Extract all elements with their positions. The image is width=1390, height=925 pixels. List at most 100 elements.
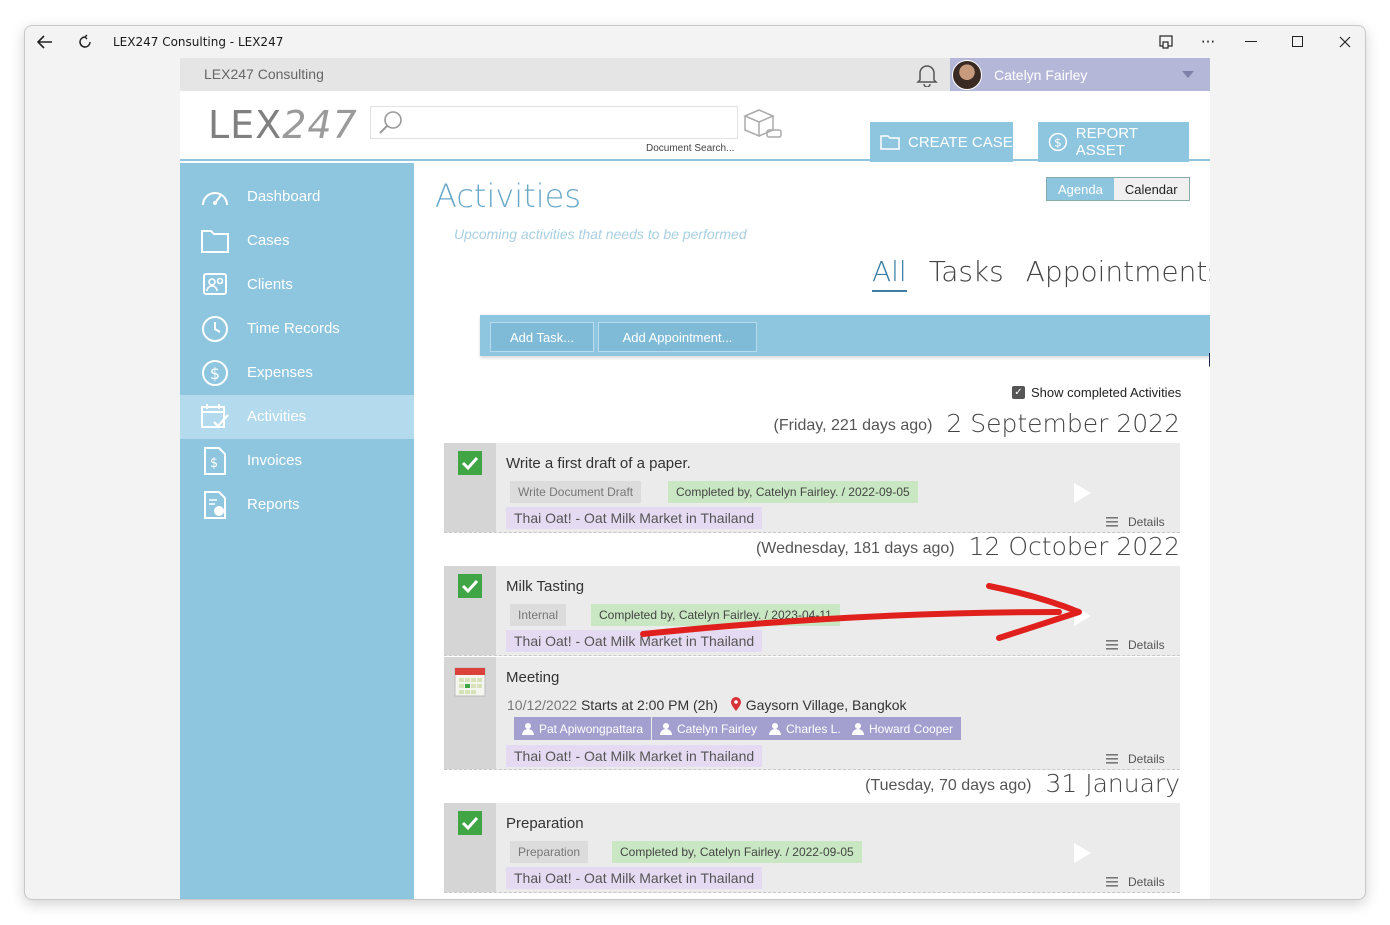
date-relative: (Wednesday, 181 days ago) <box>755 540 955 557</box>
completed-check-icon[interactable] <box>458 451 482 475</box>
sidebar: Dashboard Cases Clients Time Records $ E… <box>180 163 414 899</box>
search-box[interactable] <box>370 106 738 139</box>
calendar-icon[interactable] <box>454 665 486 697</box>
date-header: (Tuesday, 70 days ago) 31 January <box>444 766 1180 798</box>
app-header: LEX247 Document Search... CREATE CASE $ … <box>180 91 1210 162</box>
appointment-card[interactable]: Meeting 10/12/2022 Starts at 2:00 PM (2h… <box>444 657 1180 770</box>
attendee-tag[interactable]: Pat Apiwongpattara <box>514 717 652 740</box>
activity-title[interactable]: Milk Tasting <box>506 578 584 595</box>
agenda-view-button[interactable]: Agenda <box>1047 178 1114 200</box>
bell-icon[interactable] <box>916 63 938 92</box>
document-search-caption: Document Search... <box>646 143 735 154</box>
details-button[interactable]: Details <box>1106 515 1165 529</box>
completed-check-icon[interactable] <box>458 811 482 835</box>
clock-icon <box>202 316 228 342</box>
avatar[interactable] <box>952 60 982 90</box>
attendee-tag[interactable]: Charles L. <box>761 717 849 740</box>
cast-icon[interactable] <box>1146 26 1186 58</box>
date-header: (Friday, 221 days ago) 2 September 2022 <box>444 406 1181 438</box>
menu-lines-icon <box>1106 754 1118 764</box>
completed-tag: Completed by, Catelyn Fairley. / 2022-09… <box>612 841 862 863</box>
checkbox-checked-icon[interactable]: ✓ <box>1012 386 1025 399</box>
activity-filter-tabs: All Tasks Appointments <box>872 255 1210 292</box>
date-label: 31 January <box>1045 769 1180 798</box>
page-subtitle: Upcoming activities that needs to be per… <box>454 226 747 242</box>
attendee-tag[interactable]: Howard Cooper <box>844 717 962 740</box>
folder-icon <box>201 230 229 253</box>
completed-check-icon[interactable] <box>458 574 482 598</box>
tab-tasks[interactable]: Tasks <box>929 255 1004 292</box>
play-icon[interactable] <box>1074 483 1091 503</box>
report-asset-label: REPORT ASSET <box>1075 125 1138 159</box>
add-appointment-button[interactable]: Add Appointment... <box>598 322 757 352</box>
user-name[interactable]: Catelyn Fairley <box>994 67 1087 83</box>
minimize-icon[interactable] <box>1231 26 1271 58</box>
sidebar-item-reports[interactable]: Reports <box>180 483 414 527</box>
window-titlebar: LEX247 Consulting - LEX247 ··· <box>25 26 1365 58</box>
folder-icon <box>880 135 900 150</box>
appointment-location: Gaysorn Village, Bangkok <box>745 697 907 713</box>
appointment-meta: 10/12/2022 Starts at 2:00 PM (2h) Gaysor… <box>507 697 907 713</box>
company-name: LEX247 Consulting <box>204 66 324 82</box>
page-title: Activities <box>435 177 581 215</box>
close-icon[interactable] <box>1325 26 1365 58</box>
back-arrow-icon[interactable] <box>25 26 65 58</box>
top-bar: LEX247 Consulting Catelyn Fairley <box>180 58 1210 91</box>
person-icon <box>660 723 672 735</box>
details-button[interactable]: Details <box>1106 752 1165 766</box>
create-case-button[interactable]: CREATE CASE <box>870 122 1013 162</box>
sidebar-item-clients[interactable]: Clients <box>180 263 414 307</box>
svg-text:$: $ <box>210 364 220 383</box>
maximize-icon[interactable] <box>1278 26 1318 58</box>
svg-text:$: $ <box>210 456 218 471</box>
tab-appointments[interactable]: Appointments <box>1026 255 1210 292</box>
report-icon <box>204 491 226 519</box>
completed-tag: Completed by, Catelyn Fairley. / 2022-09… <box>668 481 918 503</box>
search-icon[interactable] <box>378 110 404 141</box>
date-relative: (Friday, 221 days ago) <box>773 417 933 434</box>
show-completed-toggle[interactable]: ✓ Show completed Activities <box>1012 385 1181 400</box>
person-icon <box>522 723 534 735</box>
refresh-icon[interactable] <box>65 26 105 58</box>
annotation-arrow-icon <box>640 583 1082 641</box>
gauge-icon <box>202 192 228 206</box>
app-window: LEX247 Consulting - LEX247 ··· LEX247 Co… <box>24 25 1366 900</box>
main-content: Activities Upcoming activities that need… <box>414 163 1210 899</box>
activity-card[interactable]: Write a first draft of a paper. Write Do… <box>444 443 1180 533</box>
sidebar-item-time-records[interactable]: Time Records <box>180 307 414 351</box>
matter-tag[interactable]: Thai Oat! - Oat Milk Market in Thailand <box>506 745 763 767</box>
calendar-check-icon <box>201 404 229 428</box>
activity-type-tag: Write Document Draft <box>510 481 642 503</box>
date-relative: (Tuesday, 70 days ago) <box>865 777 1032 794</box>
more-options-icon[interactable]: ··· <box>1188 26 1228 58</box>
sidebar-item-activities[interactable]: Activities <box>180 395 414 439</box>
add-task-button[interactable]: Add Task... <box>490 322 594 352</box>
activity-title[interactable]: Write a first draft of a paper. <box>506 455 691 472</box>
window-title: LEX247 Consulting - LEX247 <box>113 35 284 49</box>
matter-tag[interactable]: Thai Oat! - Oat Milk Market in Thailand <box>506 867 763 889</box>
activity-card[interactable]: Preparation Preparation Completed by, Ca… <box>444 803 1180 893</box>
sidebar-item-cases[interactable]: Cases <box>180 219 414 263</box>
show-completed-label: Show completed Activities <box>1031 385 1182 400</box>
menu-lines-icon <box>1106 877 1118 887</box>
appointment-date: 10/12/2022 <box>507 697 578 713</box>
logo: LEX247 <box>208 103 358 147</box>
appointment-title[interactable]: Meeting <box>506 669 559 686</box>
chevron-down-icon[interactable] <box>1182 71 1194 78</box>
appointment-time: Starts at 2:00 PM (2h) <box>580 697 718 713</box>
search-input[interactable] <box>411 111 721 135</box>
tab-all[interactable]: All <box>872 255 907 292</box>
matter-tag[interactable]: Thai Oat! - Oat Milk Market in Thailand <box>506 507 763 529</box>
attendee-tag[interactable]: Catelyn Fairley <box>652 717 766 740</box>
sidebar-item-invoices[interactable]: $ Invoices <box>180 439 414 483</box>
app-content: LEX247 Consulting Catelyn Fairley LEX247… <box>180 58 1210 899</box>
date-header: (Wednesday, 181 days ago) 12 October 202… <box>444 529 1180 561</box>
package-icon[interactable] <box>741 106 783 145</box>
calendar-view-button[interactable]: Calendar <box>1113 178 1189 200</box>
activity-title[interactable]: Preparation <box>506 815 584 832</box>
report-asset-button[interactable]: $ REPORT ASSET <box>1038 122 1189 162</box>
sidebar-item-dashboard[interactable]: Dashboard <box>180 175 414 219</box>
sidebar-item-expenses[interactable]: $ Expenses <box>180 351 414 395</box>
details-button[interactable]: Details <box>1106 875 1165 889</box>
play-icon[interactable] <box>1074 843 1091 863</box>
